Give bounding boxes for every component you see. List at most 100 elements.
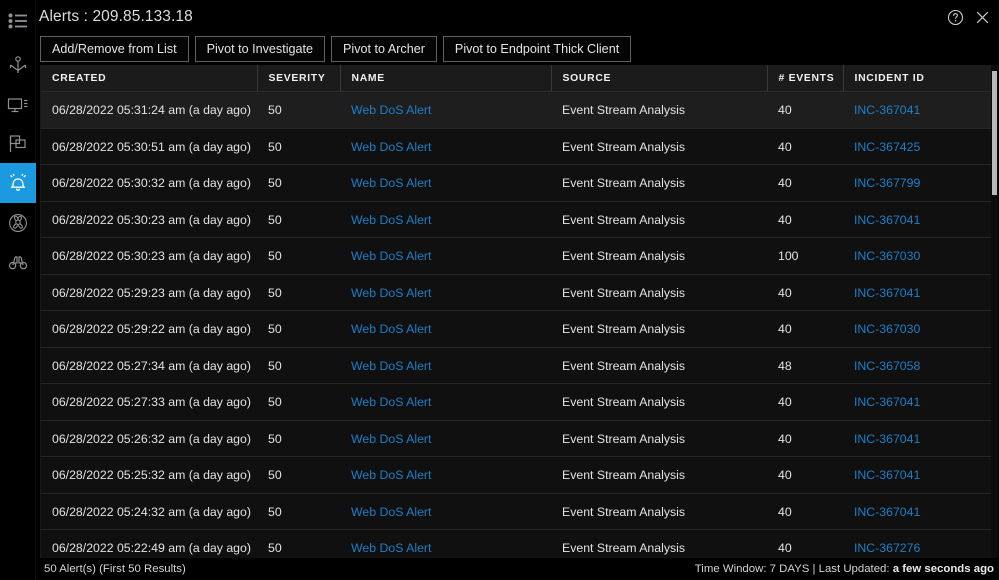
cell-incident-id-link[interactable]: INC-367799 — [854, 176, 920, 190]
monitor-screen-icon — [7, 96, 29, 114]
table-row[interactable]: 06/28/2022 05:30:23 am (a day ago)50Web … — [41, 238, 998, 275]
table-row[interactable]: 06/28/2022 05:26:32 am (a day ago)50Web … — [41, 420, 998, 457]
cell-incident-id[interactable]: INC-367041 — [843, 457, 998, 494]
column-header-incident-id[interactable]: INCIDENT ID — [843, 65, 998, 92]
vertical-scrollbar[interactable] — [991, 65, 998, 558]
pivot-to-archer-button[interactable]: Pivot to Archer — [331, 36, 437, 62]
cell-name[interactable]: Web DoS Alert — [340, 238, 551, 275]
cell-name-link[interactable]: Web DoS Alert — [351, 322, 431, 336]
cell-incident-id-link[interactable]: INC-367041 — [854, 395, 920, 409]
cell-source: Event Stream Analysis — [551, 457, 767, 494]
sidebar-item-malware[interactable] — [0, 203, 36, 242]
add-remove-from-list-button[interactable]: Add/Remove from List — [40, 36, 189, 62]
table-row[interactable]: 06/28/2022 05:31:24 am (a day ago)50Web … — [41, 92, 998, 129]
alerts-table: CREATED SEVERITY NAME SOURCE # EVENTS IN… — [41, 65, 998, 558]
cell-name-link[interactable]: Web DoS Alert — [351, 395, 431, 409]
close-icon[interactable] — [973, 8, 991, 26]
cell-name-link[interactable]: Web DoS Alert — [351, 213, 431, 227]
cell-name-link[interactable]: Web DoS Alert — [351, 140, 431, 154]
column-header-severity[interactable]: SEVERITY — [257, 65, 340, 92]
scrollbar-thumb[interactable] — [992, 71, 997, 195]
table-row[interactable]: 06/28/2022 05:29:22 am (a day ago)50Web … — [41, 311, 998, 348]
pivot-to-investigate-button[interactable]: Pivot to Investigate — [195, 36, 325, 62]
cell-incident-id-link[interactable]: INC-367041 — [854, 468, 920, 482]
sidebar-item-alerts[interactable] — [0, 163, 36, 203]
cell-name-link[interactable]: Web DoS Alert — [351, 541, 431, 555]
cell-incident-id[interactable]: INC-367030 — [843, 311, 998, 348]
cell-incident-id[interactable]: INC-367799 — [843, 165, 998, 202]
cell-name-link[interactable]: Web DoS Alert — [351, 505, 431, 519]
cell-incident-id[interactable]: INC-367041 — [843, 384, 998, 421]
table-row[interactable]: 06/28/2022 05:30:32 am (a day ago)50Web … — [41, 165, 998, 202]
table-row[interactable]: 06/28/2022 05:29:23 am (a day ago)50Web … — [41, 274, 998, 311]
cell-name[interactable]: Web DoS Alert — [340, 420, 551, 457]
cell-severity: 50 — [257, 457, 340, 494]
cell-name-link[interactable]: Web DoS Alert — [351, 249, 431, 263]
cell-incident-id[interactable]: INC-367041 — [843, 92, 998, 129]
cell-source: Event Stream Analysis — [551, 311, 767, 348]
cell-name-link[interactable]: Web DoS Alert — [351, 359, 431, 373]
status-footer: 50 Alert(s) (First 50 Results) Time Wind… — [36, 558, 999, 580]
cell-events: 40 — [767, 201, 843, 238]
cell-incident-id[interactable]: INC-367425 — [843, 128, 998, 165]
sidebar-item-hunting[interactable] — [0, 242, 36, 281]
sidebar-item-list-menu[interactable] — [0, 6, 36, 36]
column-header-events[interactable]: # EVENTS — [767, 65, 843, 92]
cell-name[interactable]: Web DoS Alert — [340, 311, 551, 348]
cell-name-link[interactable]: Web DoS Alert — [351, 103, 431, 117]
cell-name[interactable]: Web DoS Alert — [340, 457, 551, 494]
pivot-to-endpoint-thick-client-button[interactable]: Pivot to Endpoint Thick Client — [443, 36, 631, 62]
cell-severity: 50 — [257, 347, 340, 384]
cell-incident-id[interactable]: INC-367041 — [843, 493, 998, 530]
cell-name-link[interactable]: Web DoS Alert — [351, 176, 431, 190]
cell-name[interactable]: Web DoS Alert — [340, 165, 551, 202]
cell-name-link[interactable]: Web DoS Alert — [351, 468, 431, 482]
table-row[interactable]: 06/28/2022 05:22:49 am (a day ago)50Web … — [41, 530, 998, 558]
cell-created: 06/28/2022 05:30:23 am (a day ago) — [41, 201, 257, 238]
cell-incident-id[interactable]: INC-367276 — [843, 530, 998, 558]
cell-incident-id[interactable]: INC-367041 — [843, 420, 998, 457]
cell-incident-id-link[interactable]: INC-367030 — [854, 249, 920, 263]
table-row[interactable]: 06/28/2022 05:27:34 am (a day ago)50Web … — [41, 347, 998, 384]
cell-incident-id-link[interactable]: INC-367425 — [854, 140, 920, 154]
cell-incident-id-link[interactable]: INC-367030 — [854, 322, 920, 336]
time-window-prefix: Time Window: 7 DAYS | Last Updated: — [695, 563, 893, 575]
sidebar-item-monitor[interactable] — [0, 85, 36, 124]
cell-name[interactable]: Web DoS Alert — [340, 530, 551, 558]
column-header-name[interactable]: NAME — [340, 65, 551, 92]
cell-incident-id-link[interactable]: INC-367276 — [854, 541, 920, 555]
cell-created: 06/28/2022 05:30:23 am (a day ago) — [41, 238, 257, 275]
help-circle-icon[interactable] — [946, 8, 964, 26]
table-row[interactable]: 06/28/2022 05:25:32 am (a day ago)50Web … — [41, 457, 998, 494]
cell-name[interactable]: Web DoS Alert — [340, 493, 551, 530]
cell-incident-id[interactable]: INC-367058 — [843, 347, 998, 384]
cell-incident-id[interactable]: INC-367041 — [843, 274, 998, 311]
cell-name[interactable]: Web DoS Alert — [340, 274, 551, 311]
cell-name-link[interactable]: Web DoS Alert — [351, 286, 431, 300]
cell-name[interactable]: Web DoS Alert — [340, 92, 551, 129]
sidebar-item-flag[interactable] — [0, 124, 36, 163]
cell-incident-id-link[interactable]: INC-367041 — [854, 103, 920, 117]
cell-incident-id[interactable]: INC-367030 — [843, 238, 998, 275]
table-row[interactable]: 06/28/2022 05:27:33 am (a day ago)50Web … — [41, 384, 998, 421]
table-row[interactable]: 06/28/2022 05:30:51 am (a day ago)50Web … — [41, 128, 998, 165]
cell-name[interactable]: Web DoS Alert — [340, 201, 551, 238]
cell-incident-id[interactable]: INC-367041 — [843, 201, 998, 238]
cell-name-link[interactable]: Web DoS Alert — [351, 432, 431, 446]
table-header-row: CREATED SEVERITY NAME SOURCE # EVENTS IN… — [41, 65, 998, 92]
cell-created: 06/28/2022 05:26:32 am (a day ago) — [41, 420, 257, 457]
cell-incident-id-link[interactable]: INC-367041 — [854, 505, 920, 519]
cell-incident-id-link[interactable]: INC-367041 — [854, 213, 920, 227]
table-row[interactable]: 06/28/2022 05:30:23 am (a day ago)50Web … — [41, 201, 998, 238]
cell-name[interactable]: Web DoS Alert — [340, 128, 551, 165]
cell-name[interactable]: Web DoS Alert — [340, 384, 551, 421]
sidebar-item-pivot[interactable] — [0, 46, 36, 85]
column-header-created[interactable]: CREATED — [41, 65, 257, 92]
cell-events: 40 — [767, 92, 843, 129]
cell-incident-id-link[interactable]: INC-367058 — [854, 359, 920, 373]
cell-incident-id-link[interactable]: INC-367041 — [854, 432, 920, 446]
cell-incident-id-link[interactable]: INC-367041 — [854, 286, 920, 300]
column-header-source[interactable]: SOURCE — [551, 65, 767, 92]
cell-name[interactable]: Web DoS Alert — [340, 347, 551, 384]
table-row[interactable]: 06/28/2022 05:24:32 am (a day ago)50Web … — [41, 493, 998, 530]
